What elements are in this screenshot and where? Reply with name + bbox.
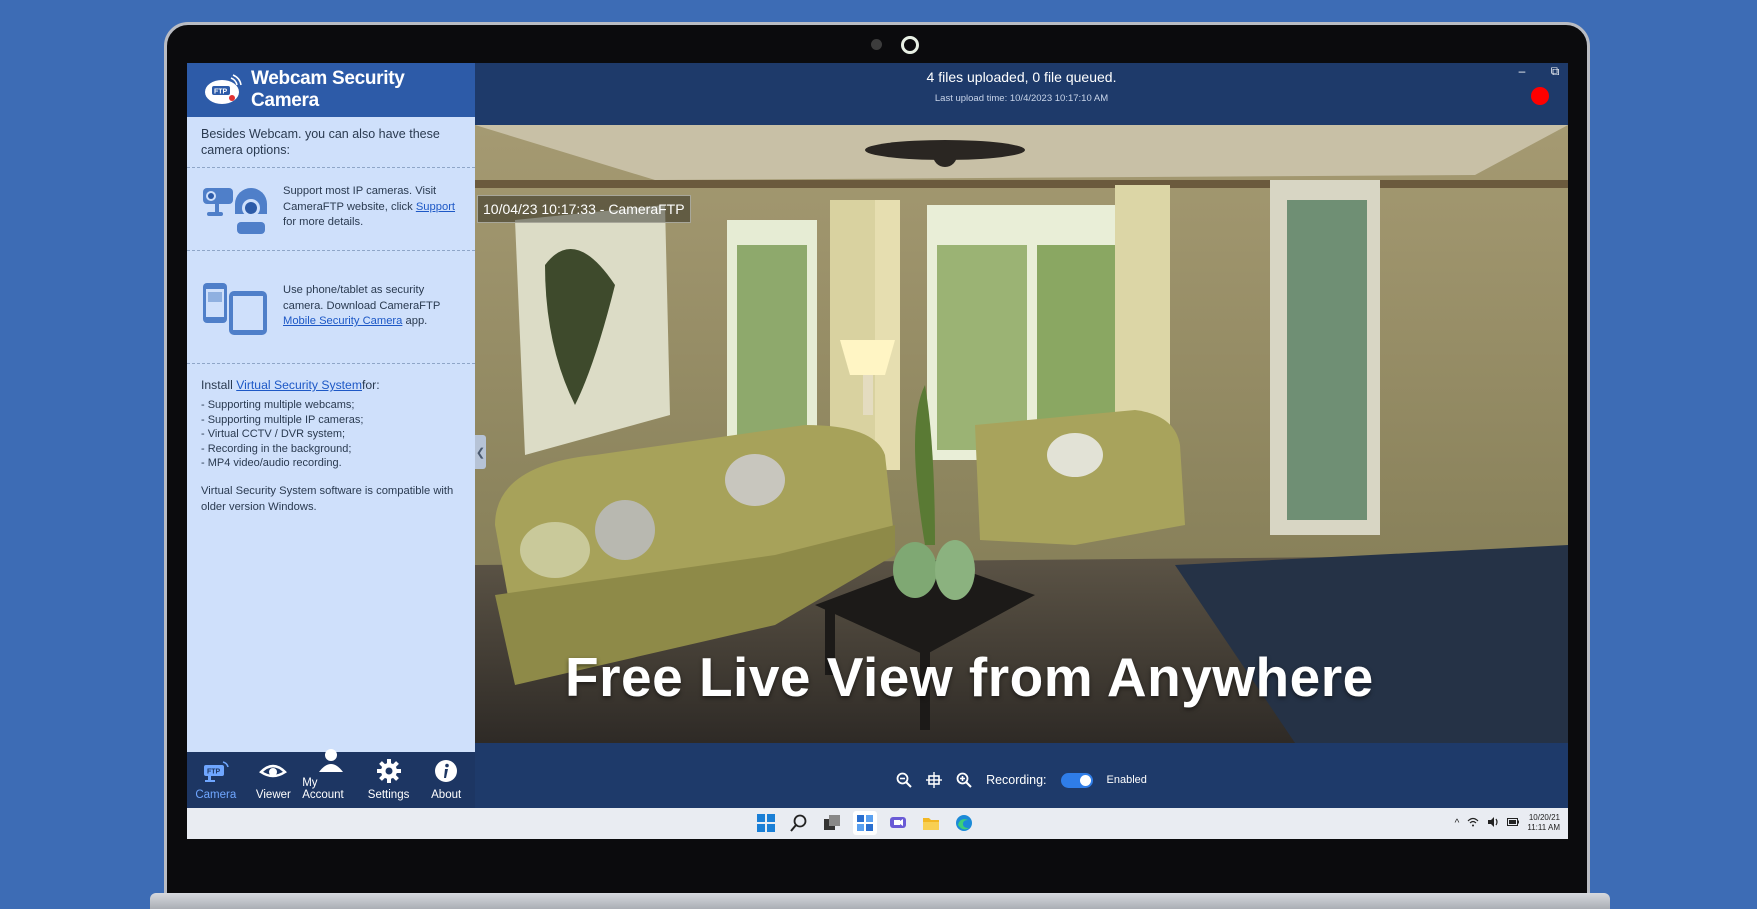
system-tray: ^ 10/20/21 11:11 AM — [1455, 813, 1560, 833]
task-view-icon[interactable] — [820, 811, 844, 835]
clock-date: 10/20/21 — [1528, 813, 1560, 822]
ip-camera-text-2: for more details. — [283, 216, 364, 228]
edge-browser-icon[interactable] — [952, 811, 976, 835]
nav-settings[interactable]: Settings — [360, 752, 418, 808]
phone-text-2: app. — [402, 315, 428, 327]
compat-note: Virtual Security System software is comp… — [201, 484, 454, 513]
file-explorer-icon[interactable] — [919, 811, 943, 835]
bottom-nav: FTP Camera Viewer My Account Settings Ab… — [187, 749, 475, 808]
laptop-hinge — [150, 893, 1610, 909]
svg-text:FTP: FTP — [214, 89, 228, 96]
minimize-button[interactable]: – — [1515, 64, 1529, 78]
phone-text: Use phone/tablet as security camera. Dow… — [283, 281, 461, 337]
install-section: Install Virtual Security Systemfor: - Su… — [187, 364, 475, 471]
support-link[interactable]: Support — [416, 201, 455, 213]
camera-timestamp: 10/04/23 10:17:33 - CameraFTP — [477, 195, 691, 223]
list-item: - MP4 video/audio recording. — [201, 457, 342, 469]
tray-chevron-icon[interactable]: ^ — [1455, 818, 1460, 829]
list-item: - Supporting multiple webcams; — [201, 399, 355, 411]
laptop-webcam — [901, 36, 919, 54]
last-upload-time: Last upload time: 10/4/2023 10:17:10 AM — [934, 93, 1109, 104]
windows-taskbar: ^ 10/20/21 11:11 AM — [187, 808, 1568, 839]
recording-state-label: Enabled — [1106, 774, 1147, 786]
camera-view: 10/04/23 10:17:33 - CameraFTP Free Live … — [475, 125, 1568, 743]
wifi-icon[interactable] — [1467, 817, 1479, 829]
ip-camera-icon — [201, 182, 273, 238]
app-screen: FTP Webcam Security Camera Besides Webca… — [187, 63, 1568, 839]
volume-icon[interactable] — [1487, 817, 1499, 829]
nav-about-label: About — [431, 789, 462, 801]
nav-my-account-label: My Account — [302, 777, 344, 801]
install-prefix: Install — [201, 378, 233, 392]
battery-icon[interactable] — [1507, 818, 1520, 828]
app-title: Webcam Security Camera — [251, 68, 405, 111]
app-logo-icon: FTP — [203, 74, 243, 106]
list-item: - Recording in the background; — [201, 442, 352, 455]
upload-status: 4 files uploaded, 0 file queued. — [926, 69, 1117, 85]
widgets-icon[interactable] — [853, 811, 877, 835]
nav-camera[interactable]: FTP Camera — [187, 752, 245, 808]
phone-text-1: Use phone/tablet as security camera. Dow… — [283, 284, 441, 312]
phone-tablet-icon — [201, 281, 273, 337]
ip-camera-option: Support most IP cameras. Visit CameraFTP… — [187, 168, 475, 251]
zoom-in-icon[interactable] — [956, 772, 972, 788]
brand-header: FTP Webcam Security Camera — [187, 63, 475, 117]
clock-time: 11:11 AM — [1527, 823, 1560, 832]
install-heading: Install Virtual Security Systemfor: — [201, 378, 461, 392]
recording-toggle[interactable] — [1060, 772, 1093, 788]
nav-viewer-label: Viewer — [255, 789, 291, 801]
promo-overlay-text: Free Live View from Anywhere — [565, 646, 1374, 708]
install-feature-list: - Supporting multiple webcams; - Support… — [201, 398, 461, 471]
nav-about[interactable]: About — [417, 752, 475, 808]
search-icon[interactable] — [787, 811, 811, 835]
user-icon — [317, 748, 345, 772]
ip-camera-text: Support most IP cameras. Visit CameraFTP… — [283, 182, 461, 238]
list-item: - Virtual CCTV / DVR system; — [201, 428, 346, 440]
recording-indicator — [1531, 87, 1549, 105]
nav-settings-label: Settings — [367, 789, 410, 801]
fit-to-window-icon[interactable] — [926, 772, 943, 788]
gear-icon — [375, 758, 403, 784]
info-icon — [432, 758, 460, 784]
collapse-sidebar-button[interactable]: ❮ — [475, 435, 486, 469]
list-item: - Supporting multiple IP cameras; — [201, 413, 364, 426]
laptop-sensor — [871, 39, 882, 50]
zoom-out-icon[interactable] — [896, 772, 912, 788]
restore-button[interactable]: ⧉ — [1548, 64, 1562, 79]
mobile-security-camera-link[interactable]: Mobile Security Camera — [283, 315, 402, 327]
install-suffix: for: — [362, 378, 380, 392]
camera-icon: FTP — [202, 758, 230, 784]
nav-my-account[interactable]: My Account — [302, 749, 360, 808]
recording-label: Recording: — [986, 773, 1047, 787]
chat-icon[interactable] — [886, 811, 910, 835]
ip-camera-text-1: Support most IP cameras. Visit CameraFTP… — [283, 185, 437, 213]
eye-icon — [259, 758, 288, 784]
taskbar-apps — [754, 811, 976, 835]
phone-option: Use phone/tablet as security camera. Dow… — [187, 251, 475, 364]
nav-camera-label: Camera — [195, 789, 237, 801]
sidebar: FTP Webcam Security Camera Besides Webca… — [187, 63, 475, 808]
camera-controls: Recording: Enabled — [475, 752, 1568, 808]
virtual-security-system-link[interactable]: Virtual Security System — [236, 378, 362, 392]
status-bar: 4 files uploaded, 0 file queued. Last up… — [475, 63, 1568, 117]
sidebar-intro: Besides Webcam. you can also have these … — [187, 117, 475, 168]
svg-text:FTP: FTP — [207, 769, 221, 776]
start-icon[interactable] — [754, 811, 778, 835]
taskbar-clock[interactable]: 10/20/21 11:11 AM — [1527, 813, 1560, 833]
nav-viewer[interactable]: Viewer — [245, 752, 303, 808]
